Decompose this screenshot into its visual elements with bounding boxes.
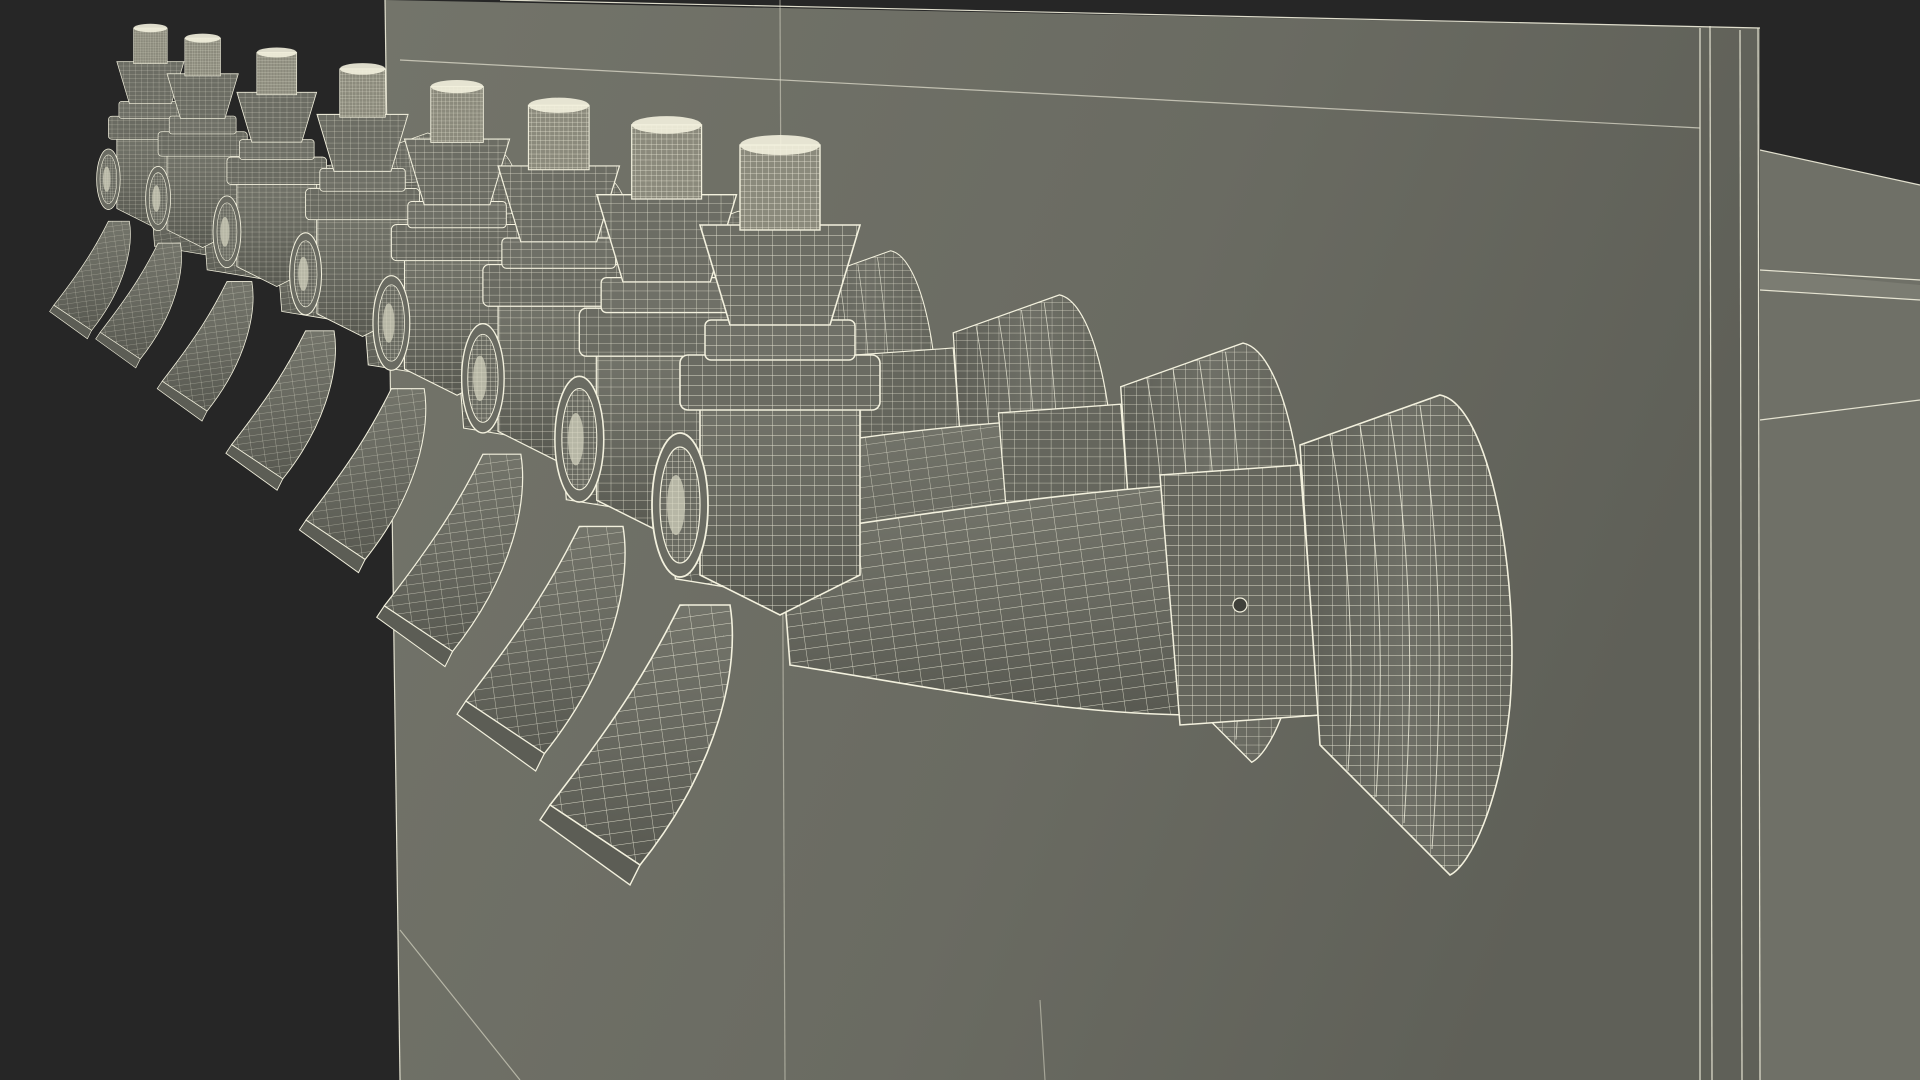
threaded-stud xyxy=(339,63,386,118)
faucet-body xyxy=(679,319,881,616)
front-cap xyxy=(289,232,323,316)
threaded-stud xyxy=(739,135,821,231)
threaded-stud xyxy=(527,97,590,171)
render-viewport xyxy=(0,0,1920,1080)
handle-cone xyxy=(236,91,318,143)
front-cap xyxy=(554,375,605,503)
front-cap xyxy=(145,166,171,232)
threaded-stud xyxy=(430,79,484,143)
front-cap xyxy=(372,275,411,371)
front-cap xyxy=(96,148,121,210)
front-cap xyxy=(651,432,709,578)
front-cap xyxy=(212,195,242,269)
spout xyxy=(225,330,336,491)
threaded-stud xyxy=(631,116,703,200)
threaded-stud xyxy=(184,33,221,77)
threaded-stud xyxy=(256,47,298,96)
threaded-stud xyxy=(133,23,168,64)
front-cap xyxy=(460,323,505,434)
wireframe-scene xyxy=(49,0,1920,1080)
